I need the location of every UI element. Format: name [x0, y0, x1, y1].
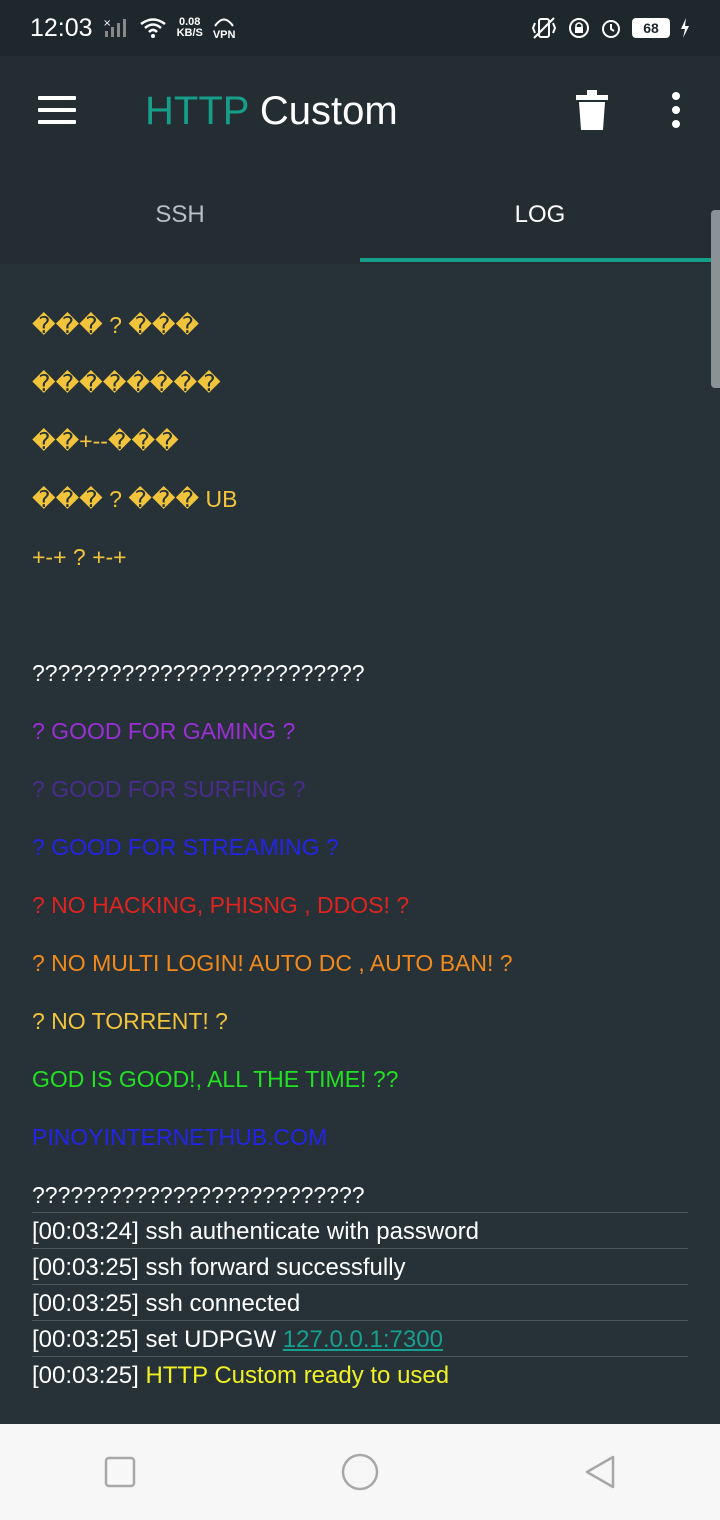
log-line: ? NO MULTI LOGIN! AUTO DC , AUTO BAN! ?	[32, 950, 513, 976]
tab-log[interactable]: LOG	[360, 166, 720, 264]
log-line: GOD IS GOOD!, ALL THE TIME! ??	[32, 1066, 399, 1092]
navigation-bar	[0, 1424, 720, 1520]
log-line: ? NO TORRENT! ?	[32, 1008, 228, 1034]
event-row: [00:03:25] set UDPGW 127.0.0.1:7300	[32, 1320, 688, 1356]
event-row: [00:03:25] ssh connected	[32, 1284, 688, 1320]
tab-bar: SSH LOG	[0, 166, 720, 264]
square-icon	[104, 1456, 136, 1488]
status-time: 12:03	[30, 13, 93, 42]
scrollbar[interactable]	[711, 210, 720, 388]
charging-icon	[681, 18, 689, 38]
log-line: ��������	[32, 370, 221, 396]
alarm-icon	[602, 20, 620, 38]
log-line: ??????????????????????????	[32, 660, 365, 686]
log-content: ��� ? ��� �������� ��+--��� ��� ? ��� UB…	[32, 296, 692, 1224]
menu-icon[interactable]	[38, 96, 76, 124]
udpgw-link[interactable]: 127.0.0.1:7300	[283, 1326, 443, 1353]
app-title: HTTP Custom	[145, 89, 398, 133]
vpn-key-icon	[214, 18, 234, 27]
wifi-icon	[139, 18, 166, 38]
more-options-icon[interactable]	[668, 92, 684, 130]
vibrate-icon	[531, 17, 557, 39]
event-log: [00:03:24] ssh authenticate with passwor…	[32, 1212, 688, 1392]
log-line: ? GOOD FOR STREAMING ?	[32, 834, 339, 860]
recents-button[interactable]	[90, 1442, 150, 1502]
svg-text:×: ×	[103, 18, 111, 29]
triangle-back-icon	[585, 1455, 615, 1489]
log-line: ��� ? ��� UB	[32, 486, 238, 512]
battery-icon: 68	[632, 18, 670, 38]
log-line: ��� ? ���	[32, 312, 200, 338]
status-bar: 12:03 × 0.08 KB/S VPN 68	[0, 0, 720, 56]
log-line: ? NO HACKING, PHISNG , DDOS! ?	[32, 892, 410, 918]
circle-icon	[341, 1453, 379, 1491]
signal-icon: ×	[103, 18, 126, 37]
log-line: ? GOOD FOR GAMING ?	[32, 718, 296, 744]
log-line: ��+--���	[32, 428, 179, 454]
lock-icon	[569, 18, 589, 38]
tab-ssh[interactable]: SSH	[0, 166, 360, 264]
event-row: [00:03:24] ssh authenticate with passwor…	[32, 1212, 688, 1248]
back-button[interactable]	[570, 1442, 630, 1502]
event-row: [00:03:25] HTTP Custom ready to used	[32, 1356, 688, 1392]
log-line: +-+ ? +-+	[32, 544, 127, 570]
home-button[interactable]	[330, 1442, 390, 1502]
log-line: ? GOOD FOR SURFING ?	[32, 776, 306, 802]
log-line: PINOYINTERNETHUB.COM	[32, 1124, 328, 1150]
delete-icon[interactable]	[576, 90, 608, 130]
app-bar: HTTP Custom	[0, 56, 720, 166]
vpn-indicator: VPN	[213, 15, 235, 41]
event-row: [00:03:25] ssh forward successfully	[32, 1248, 688, 1284]
network-speed: 0.08 KB/S	[176, 16, 203, 39]
